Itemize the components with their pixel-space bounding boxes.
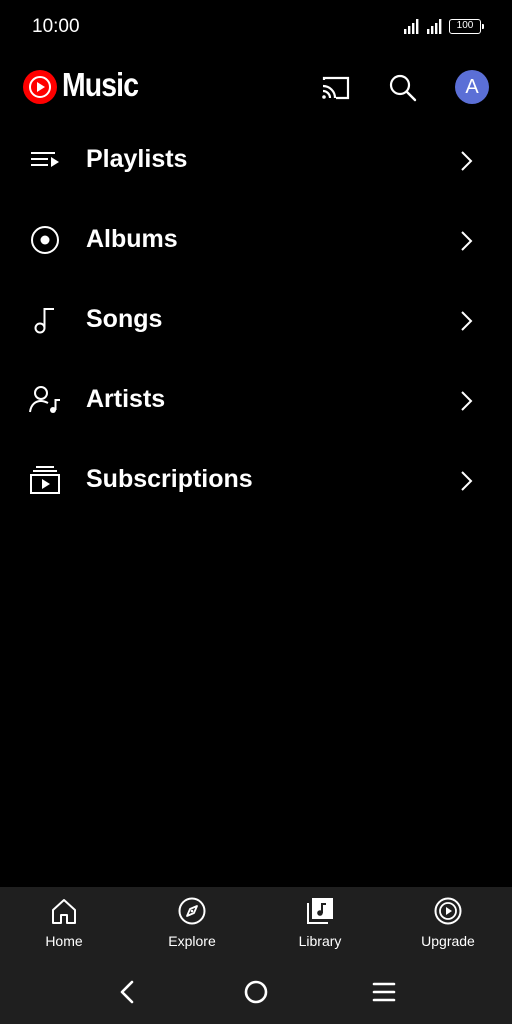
library-item-artists[interactable]: Artists	[0, 361, 512, 441]
signal-icon	[427, 19, 442, 34]
nav-tab-label: Explore	[168, 933, 216, 949]
home-circle-icon[interactable]	[239, 975, 273, 1009]
library-item-albums[interactable]: Albums	[0, 201, 512, 281]
account-avatar[interactable]: A	[455, 70, 489, 104]
status-bar: 10:00 100	[0, 0, 512, 54]
bottom-nav: Home Explore Library Upgrade	[0, 887, 512, 961]
nav-tab-label: Home	[45, 933, 83, 949]
chevron-right-icon	[461, 311, 473, 331]
library-item-label: Songs	[86, 305, 163, 333]
library-list: Playlists Albums Songs Artists Subscript…	[0, 121, 512, 521]
library-icon	[307, 898, 333, 924]
library-item-songs[interactable]: Songs	[0, 281, 512, 361]
signal-icon	[404, 19, 419, 34]
chevron-right-icon	[461, 231, 473, 251]
status-time: 10:00	[32, 16, 80, 37]
home-icon	[52, 899, 76, 924]
battery-indicator: 100	[449, 19, 484, 34]
search-button[interactable]	[385, 70, 421, 106]
chevron-right-icon	[461, 471, 473, 491]
nav-tab-library[interactable]: Library	[256, 887, 384, 961]
menu-icon[interactable]	[367, 975, 401, 1009]
album-icon	[31, 226, 59, 254]
search-icon	[389, 74, 417, 102]
youtube-music-logo-icon	[23, 70, 57, 104]
back-icon[interactable]	[111, 975, 145, 1009]
nav-tab-label: Library	[298, 933, 342, 949]
chevron-right-icon	[461, 151, 473, 171]
cast-button[interactable]	[317, 70, 353, 106]
compass-icon	[178, 897, 206, 925]
library-item-label: Albums	[86, 225, 178, 253]
system-nav-bar	[0, 961, 512, 1024]
chevron-right-icon	[461, 391, 473, 411]
nav-tab-explore[interactable]: Explore	[128, 887, 256, 961]
subscriptions-icon	[30, 466, 60, 494]
library-item-label: Subscriptions	[86, 465, 253, 493]
upgrade-icon	[434, 897, 462, 925]
nav-tab-upgrade[interactable]: Upgrade	[384, 887, 512, 961]
library-item-label: Artists	[86, 385, 166, 413]
music-note-icon	[34, 308, 54, 334]
playlist-icon	[31, 152, 59, 167]
app-header: Music A	[0, 62, 512, 114]
nav-tab-label: Upgrade	[421, 933, 475, 949]
nav-tab-home[interactable]: Home	[0, 887, 128, 961]
cast-icon	[322, 76, 350, 100]
library-item-subscriptions[interactable]: Subscriptions	[0, 441, 512, 521]
library-item-label: Playlists	[86, 145, 188, 173]
artist-icon	[29, 386, 60, 413]
app-title: Music	[62, 66, 139, 103]
library-item-playlists[interactable]: Playlists	[0, 121, 512, 201]
